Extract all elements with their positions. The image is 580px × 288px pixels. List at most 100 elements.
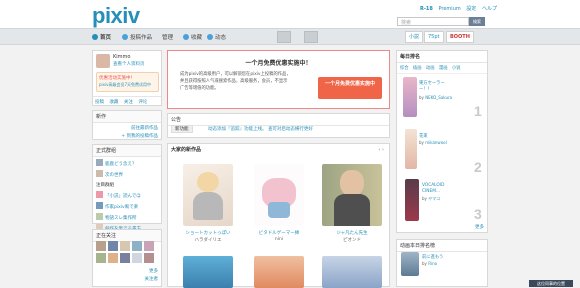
work-thumbnail[interactable] xyxy=(322,256,382,288)
following-avatar[interactable] xyxy=(120,241,130,251)
promo-body: 成为pixiv的高级用户，可以解锁您在pixiv上投稿的作品， 并且获得按照人气… xyxy=(180,72,291,91)
ranking-author-1[interactable]: by NEKO_Sakura xyxy=(419,95,452,100)
mail-icon[interactable] xyxy=(277,31,291,43)
promo-button[interactable]: 一个月免费优惠实施中 xyxy=(318,77,382,99)
work-thumbnail[interactable] xyxy=(254,256,304,288)
work-thumbnail[interactable] xyxy=(183,164,233,226)
nav-manage[interactable]: 管理 xyxy=(162,33,173,41)
notification-icon[interactable] xyxy=(304,31,318,43)
ranking-author-3[interactable]: by ヤマコ xyxy=(422,196,440,202)
group-item[interactable]: 「小説」読んでほ xyxy=(96,191,158,202)
ranking-title-3[interactable]: VOCALOID CINEM... xyxy=(422,183,462,195)
tab-posts[interactable]: 投稿 xyxy=(95,100,104,105)
work-thumbnail[interactable] xyxy=(254,164,304,226)
group-item[interactable]: 作家pixiv風で楽 xyxy=(96,202,158,213)
following-avatar[interactable] xyxy=(132,253,142,263)
artwork-figure xyxy=(268,202,290,218)
work-author[interactable]: ハラダイリエ xyxy=(176,237,240,243)
following-avatar[interactable] xyxy=(108,253,118,263)
profile-name[interactable]: Kimmo xyxy=(113,54,130,60)
tab-following[interactable]: 关注 xyxy=(124,100,133,105)
tab-bookmarks[interactable]: 收藏 xyxy=(109,100,118,105)
feed-icon xyxy=(207,34,213,40)
groups-box: 正式群组 鹿鹿どう念え？ 次の世界 注目群組 「小説」読んでほ 作家pixiv風… xyxy=(92,144,162,232)
following-box: 正在关注 更多 关注者 xyxy=(92,229,162,287)
work-author[interactable]: nini xyxy=(247,237,311,242)
ranking-author-2[interactable]: by mikanwool xyxy=(419,140,447,145)
pixiv-logo[interactable]: pixiv xyxy=(92,3,140,29)
ranking-title: 每日排名 xyxy=(397,51,487,63)
notice-box: 公告 新功能 动态添加『追踪』功能上线。 查可对后动态横行更好 xyxy=(167,113,390,138)
search-input[interactable]: 検索 xyxy=(397,17,469,26)
group-thumb xyxy=(96,170,103,177)
top-links: R-18 Premium 設定 ヘルプ xyxy=(416,5,497,12)
ranking-tab-ugoira[interactable]: 动画 xyxy=(426,66,435,71)
profile-card: Kimmo 查看个人资料页 优惠活动实施中！ pixiv高级会员7天免费试用中 … xyxy=(92,50,162,106)
group-item[interactable]: 次の世界 xyxy=(96,170,158,181)
latest-works-link[interactable]: 前往最新作品 xyxy=(93,123,161,133)
upload-icon xyxy=(122,34,128,40)
group-thumb xyxy=(96,159,103,166)
home-icon xyxy=(92,34,98,40)
ranking-thumbnail[interactable] xyxy=(403,77,417,117)
points-badge[interactable]: 75pt xyxy=(424,31,444,43)
tab-comments[interactable]: 评论 xyxy=(138,100,147,105)
work-thumbnail[interactable] xyxy=(322,164,382,226)
ranking-tab-manga[interactable]: 漫画 xyxy=(439,66,448,71)
work-thumbnail[interactable] xyxy=(183,256,233,288)
following-avatar[interactable] xyxy=(96,253,106,263)
followers-link[interactable]: 关注者 xyxy=(145,276,159,282)
novel-count[interactable]: 小説 xyxy=(405,31,424,43)
groups-list: 鹿鹿どう念え？ 次の世界 注目群組 「小説」読んでほ 作家pixiv風で楽 物語… xyxy=(93,157,161,237)
ranking-thumbnail[interactable] xyxy=(405,129,417,169)
ranking-tabs: 综合 插画 动画 漫画 小说 xyxy=(397,63,487,74)
work-title[interactable]: ショートカットっぽい xyxy=(176,230,240,236)
new-works-box: 大家的新作品 ‹ › ショートカットっぽい ハラダイリエ ビタドルゲーマー挿 n… xyxy=(167,143,390,288)
following-avatar[interactable] xyxy=(120,253,130,263)
ranking-tab-all[interactable]: 综合 xyxy=(400,66,409,71)
settings-link[interactable]: 設定 xyxy=(466,6,476,12)
carousel-arrows-icon[interactable]: ‹ › xyxy=(378,147,384,153)
report-button[interactable]: 这位同事的位置 xyxy=(529,280,573,287)
following-more-link[interactable]: 更多 xyxy=(149,268,158,274)
novel-ranking-title: 动画本日排名榜 xyxy=(397,240,487,252)
novel-ranking-thumbnail[interactable] xyxy=(401,252,419,276)
ranking-thumbnail[interactable] xyxy=(405,179,419,221)
profile-tabs: 投稿 收藏 关注 评论 xyxy=(93,96,161,107)
work-title[interactable]: ビタドルゲーマー挿 xyxy=(247,230,311,236)
premium-banner[interactable]: 优惠活动实施中！ pixiv高级会员7天免费试用中 xyxy=(96,72,159,92)
following-avatar[interactable] xyxy=(108,241,118,251)
booth-link[interactable]: BOOTH xyxy=(446,31,474,43)
nav-feed[interactable]: 动态 xyxy=(207,33,226,41)
work-author[interactable]: ピオンド xyxy=(320,237,384,243)
following-avatar[interactable] xyxy=(132,241,142,251)
group-item[interactable]: 鹿鹿どう念え？ xyxy=(96,159,158,170)
work-title[interactable]: ジャ凡たん先生 xyxy=(320,230,384,236)
nav-bookmark[interactable]: 收藏 xyxy=(183,33,202,41)
ranking-tab-novel[interactable]: 小说 xyxy=(452,66,461,71)
novel-ranking-item-author[interactable]: by Rino xyxy=(422,261,437,266)
ranking-title-1[interactable]: 東方セーラー ー！！ xyxy=(419,81,461,93)
search-button[interactable]: 検索 xyxy=(469,17,485,26)
premium-link[interactable]: Premium xyxy=(438,6,460,12)
nav-post[interactable]: 投稿作品 xyxy=(122,33,152,41)
help-link[interactable]: ヘルプ xyxy=(482,6,497,12)
following-avatar[interactable] xyxy=(144,241,154,251)
my-posts-link[interactable]: + 到我的投稿作品 xyxy=(93,133,161,139)
rank-number-1: 1 xyxy=(474,103,482,119)
following-avatar[interactable] xyxy=(96,241,106,251)
ranking-tab-illust[interactable]: 插画 xyxy=(413,66,422,71)
ranking-more-link[interactable]: 更多 xyxy=(475,224,484,230)
view-profile-link[interactable]: 查看个人资料页 xyxy=(113,61,145,67)
r18-link[interactable]: R-18 xyxy=(420,6,433,12)
following-avatar[interactable] xyxy=(144,253,154,263)
ranking-title-2[interactable]: 花束 xyxy=(419,133,428,139)
nav-home[interactable]: 首页 xyxy=(92,33,111,41)
group-item[interactable]: 物語スレ集作所 xyxy=(96,213,158,224)
novel-ranking-item-title[interactable]: 前に進もう xyxy=(422,254,443,260)
group-subheading: 注目群組 xyxy=(96,183,114,188)
avatar[interactable] xyxy=(96,54,110,68)
daily-ranking-box: 每日排名 综合 插画 动画 漫画 小说 東方セーラー ー！！ by NEKO_S… xyxy=(396,50,488,233)
notice-text[interactable]: 动态添加『追踪』功能上线。 查可对后动态横行更好 xyxy=(208,126,313,132)
group-thumb xyxy=(96,213,103,220)
